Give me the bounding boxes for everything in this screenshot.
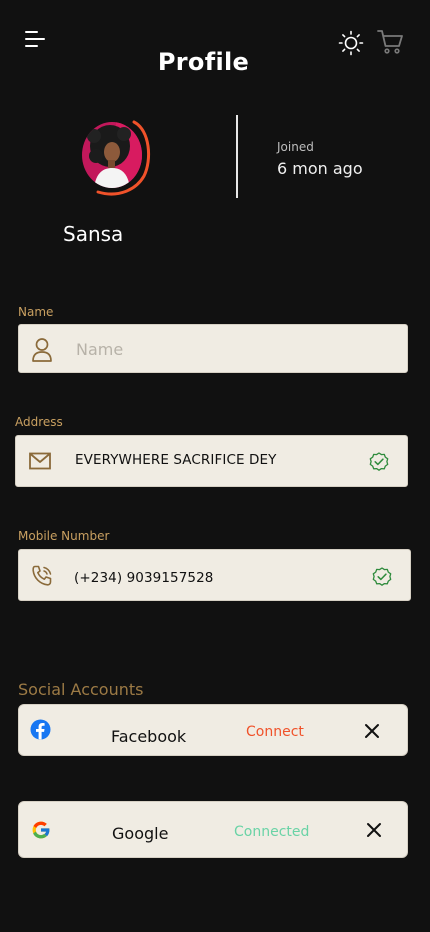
- user-name: Sansa: [63, 222, 124, 246]
- social-account-facebook: Facebook Connect: [18, 704, 408, 756]
- social-account-google: Google Connected: [18, 801, 408, 858]
- menu-icon: [25, 31, 45, 47]
- menu-button[interactable]: [24, 28, 48, 50]
- close-icon[interactable]: [364, 820, 384, 840]
- name-field[interactable]: [18, 324, 408, 373]
- facebook-icon: [30, 719, 51, 740]
- avatar[interactable]: [78, 118, 152, 196]
- google-connected-status[interactable]: Connected: [234, 824, 309, 840]
- address-field[interactable]: EVERYWHERE SACRIFICE DEY: [15, 435, 408, 487]
- name-input[interactable]: [76, 338, 386, 360]
- joined-label: Joined: [277, 140, 314, 154]
- mobile-field-label: Mobile Number: [18, 529, 110, 543]
- close-icon[interactable]: [362, 721, 382, 741]
- social-account-name: Google: [112, 824, 169, 843]
- google-icon: [32, 821, 50, 839]
- social-account-name: Facebook: [111, 727, 187, 746]
- verified-check-icon: [369, 452, 389, 471]
- facebook-connect-button[interactable]: Connect: [246, 724, 304, 740]
- profile-divider: [236, 115, 238, 198]
- page-title: Profile: [157, 48, 250, 76]
- phone-icon: [32, 565, 52, 586]
- verified-check-icon: [372, 567, 392, 586]
- mail-icon: [29, 452, 51, 470]
- mobile-value: (+234) 9039157528: [74, 570, 214, 586]
- avatar-image: [82, 122, 142, 188]
- user-icon: [32, 338, 52, 362]
- mobile-field[interactable]: (+234) 9039157528: [18, 549, 411, 601]
- social-accounts-title: Social Accounts: [18, 680, 144, 699]
- address-value: EVERYWHERE SACRIFICE DEY: [75, 452, 277, 468]
- joined-value: 6 mon ago: [277, 159, 363, 178]
- address-field-label: Address: [15, 415, 63, 429]
- name-field-label: Name: [18, 305, 54, 319]
